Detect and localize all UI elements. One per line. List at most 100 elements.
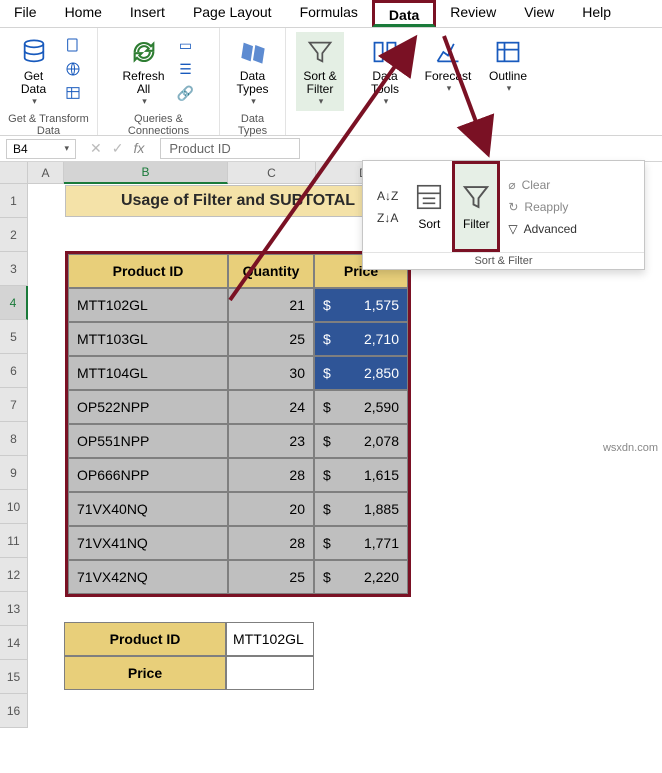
col-header[interactable]: B <box>64 162 228 184</box>
fx-icon[interactable]: fx <box>133 140 144 157</box>
menu-view[interactable]: View <box>510 0 568 27</box>
cell-product-id[interactable]: MTT103GL <box>68 322 228 356</box>
cell-product-id[interactable]: 71VX41NQ <box>68 526 228 560</box>
menu-insert[interactable]: Insert <box>116 0 179 27</box>
cell-price[interactable]: $2,590 <box>314 390 408 424</box>
cell-quantity[interactable]: 30 <box>228 356 314 390</box>
menu-home[interactable]: Home <box>51 0 116 27</box>
col-header[interactable]: C <box>228 162 316 184</box>
from-text-button[interactable] <box>60 34 86 56</box>
reapply-button[interactable]: ↻Reapply <box>504 198 581 216</box>
sheet-body[interactable]: A B C D Usage of Filter and SUBTOTAL Pro… <box>28 162 412 728</box>
cell-price[interactable]: $2,220 <box>314 560 408 594</box>
group-label: Get & Transform Data <box>6 111 91 137</box>
properties-button[interactable]: ☰ <box>173 58 199 80</box>
advanced-button[interactable]: ▽Advanced <box>504 220 581 238</box>
cell-price[interactable]: $2,078 <box>314 424 408 458</box>
menu-formulas[interactable]: Formulas <box>286 0 372 27</box>
row-header[interactable]: 13 <box>0 592 28 626</box>
table-row[interactable]: OP522NPP24$2,590 <box>68 390 408 424</box>
from-web-button[interactable] <box>60 58 86 80</box>
sort-button[interactable]: Sort <box>406 161 452 252</box>
cell-price[interactable]: $2,850 <box>314 356 408 390</box>
row-header[interactable]: 14 <box>0 626 28 660</box>
cell-product-id[interactable]: OP551NPP <box>68 424 228 458</box>
cell-product-id[interactable]: MTT102GL <box>68 288 228 322</box>
cell-quantity[interactable]: 21 <box>228 288 314 322</box>
cell-product-id[interactable]: MTT104GL <box>68 356 228 390</box>
menu-page-layout[interactable]: Page Layout <box>179 0 286 27</box>
row-header[interactable]: 16 <box>0 694 28 728</box>
clear-button[interactable]: ⌀Clear <box>504 176 581 194</box>
cell-product-id[interactable]: 71VX40NQ <box>68 492 228 526</box>
cell-product-id[interactable]: OP666NPP <box>68 458 228 492</box>
table-row[interactable]: MTT102GL21$1,575 <box>68 288 408 322</box>
data-types-button[interactable]: Data Types ▾ <box>229 32 277 111</box>
row-header[interactable]: 9 <box>0 456 28 490</box>
cancel-icon[interactable]: ✕ <box>90 140 102 157</box>
datatypes-icon <box>237 36 269 68</box>
cell-price[interactable]: $1,771 <box>314 526 408 560</box>
row-header[interactable]: 11 <box>0 524 28 558</box>
from-table-button[interactable] <box>60 82 86 104</box>
cell-product-id[interactable]: 71VX42NQ <box>68 560 228 594</box>
cell-quantity[interactable]: 24 <box>228 390 314 424</box>
data-tools-button[interactable]: Data Tools ▾ <box>361 32 409 111</box>
sort-filter-button[interactable]: Sort & Filter ▾ <box>296 32 344 111</box>
cell-quantity[interactable]: 23 <box>228 424 314 458</box>
refresh-all-button[interactable]: Refresh All ▾ <box>116 32 170 111</box>
table-row[interactable]: 71VX41NQ28$1,771 <box>68 526 408 560</box>
table-row[interactable]: MTT103GL25$2,710 <box>68 322 408 356</box>
queries-button[interactable]: ▭ <box>173 34 199 56</box>
row-header[interactable]: 3 <box>0 252 28 286</box>
header-quantity[interactable]: Quantity <box>228 254 314 288</box>
formula-input[interactable]: Product ID <box>160 138 300 159</box>
table-row[interactable]: OP551NPP23$2,078 <box>68 424 408 458</box>
row-header[interactable]: 10 <box>0 490 28 524</box>
select-all[interactable] <box>0 162 28 184</box>
row-header[interactable]: 2 <box>0 218 28 252</box>
table-row[interactable]: MTT104GL30$2,850 <box>68 356 408 390</box>
cell-price[interactable]: $1,575 <box>314 288 408 322</box>
header-product-id[interactable]: Product ID <box>68 254 228 288</box>
edit-links-button[interactable]: 🔗 <box>173 82 199 104</box>
menu-data[interactable]: Data <box>372 0 436 27</box>
menu-file[interactable]: File <box>0 0 51 27</box>
filter-button[interactable]: Filter <box>452 161 500 252</box>
cell-quantity[interactable]: 25 <box>228 322 314 356</box>
sort-desc-button[interactable]: Z↓A <box>373 209 402 227</box>
cell-price[interactable]: $1,885 <box>314 492 408 526</box>
lookup-price-value[interactable] <box>226 656 314 690</box>
cell-price[interactable]: $2,710 <box>314 322 408 356</box>
menu-help[interactable]: Help <box>568 0 625 27</box>
cell-quantity[interactable]: 20 <box>228 492 314 526</box>
row-header[interactable]: 5 <box>0 320 28 354</box>
outline-button[interactable]: Outline ▾ <box>483 32 533 98</box>
col-header[interactable]: A <box>28 162 64 184</box>
forecast-icon <box>432 36 464 68</box>
row-header[interactable]: 7 <box>0 388 28 422</box>
cell-price[interactable]: $1,615 <box>314 458 408 492</box>
chevron-down-icon: ▾ <box>32 96 37 107</box>
cell-product-id[interactable]: OP522NPP <box>68 390 228 424</box>
row-header[interactable]: 6 <box>0 354 28 388</box>
forecast-button[interactable]: Forecast ▾ <box>419 32 478 98</box>
row-header[interactable]: 8 <box>0 422 28 456</box>
name-box[interactable]: B4 ▾ <box>6 139 76 159</box>
table-row[interactable]: OP666NPP28$1,615 <box>68 458 408 492</box>
enter-icon[interactable]: ✓ <box>112 140 124 157</box>
get-data-button[interactable]: Get Data ▾ <box>10 32 58 111</box>
sort-asc-button[interactable]: A↓Z <box>373 187 402 205</box>
cell-quantity[interactable]: 28 <box>228 526 314 560</box>
row-header[interactable]: 4 <box>0 286 28 320</box>
row-header[interactable]: 15 <box>0 660 28 694</box>
cell-quantity[interactable]: 25 <box>228 560 314 594</box>
label: Filter <box>463 217 490 231</box>
row-header[interactable]: 12 <box>0 558 28 592</box>
lookup-id-value[interactable]: MTT102GL <box>226 622 314 656</box>
menu-review[interactable]: Review <box>436 0 510 27</box>
table-row[interactable]: 71VX40NQ20$1,885 <box>68 492 408 526</box>
row-header[interactable]: 1 <box>0 184 28 218</box>
table-row[interactable]: 71VX42NQ25$2,220 <box>68 560 408 594</box>
cell-quantity[interactable]: 28 <box>228 458 314 492</box>
